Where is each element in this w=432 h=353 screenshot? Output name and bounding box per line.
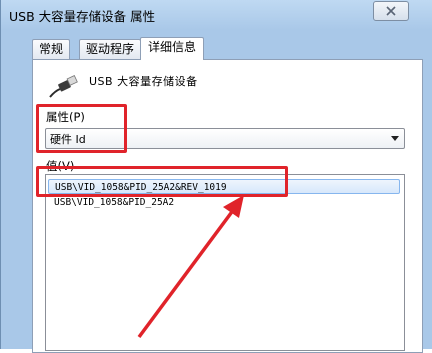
tab-details[interactable]: 详细信息 (140, 37, 204, 60)
tab-label: 详细信息 (147, 40, 196, 54)
properties-window: USB 大容量存储设备 属性 常规 驱动程序 详细信息 USB 大容量存储设备 … (0, 0, 432, 353)
annotation-arrow (137, 195, 244, 339)
